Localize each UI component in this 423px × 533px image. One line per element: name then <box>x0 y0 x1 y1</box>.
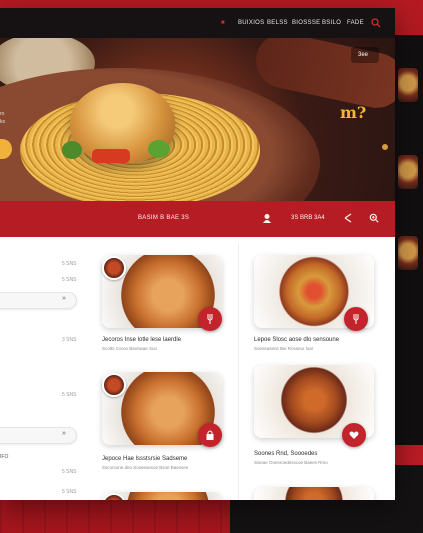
chevron-right-icon[interactable]: » <box>62 295 66 302</box>
action-bar: BASIM B BAE 3S 3S BRB 3A4 <box>0 201 395 237</box>
garnish <box>62 141 82 159</box>
dish-subtitle: Scotts Coroo Bsenwae Suo <box>102 346 158 351</box>
preview-thumb[interactable] <box>398 236 418 270</box>
dish-subtitle: Siseae Ooesroedesscoe Baees Rrso <box>254 460 328 465</box>
hero-indicator[interactable] <box>382 144 388 150</box>
app-window: ■ BUIXIOS BELSS BIOSSSE BSILO FADE ro ko… <box>0 8 395 500</box>
fork-icon <box>207 314 213 324</box>
preview-thumb[interactable] <box>398 68 418 102</box>
column-divider <box>238 243 239 500</box>
garnish <box>92 149 130 163</box>
nav-item[interactable]: BIOSSSE <box>292 20 320 26</box>
favorite-button[interactable] <box>198 307 222 331</box>
nav-item[interactable]: BUIXIOS <box>238 20 264 26</box>
hero-logo: m? <box>340 103 367 122</box>
chef-avatar[interactable] <box>102 373 126 397</box>
sidebar-count: 3 SNS <box>62 337 77 343</box>
top-navigation: ■ BUIXIOS BELSS BIOSSSE BSILO FADE <box>0 8 395 38</box>
action-bar-meta: 3S BRB 3A4 <box>291 215 325 221</box>
preview-thumb[interactable] <box>398 155 418 189</box>
hero-banner: ro ko 3ee m? <box>0 38 395 201</box>
lock-icon <box>206 430 214 440</box>
nav-item[interactable]: BSILO <box>322 20 341 26</box>
nav-item[interactable]: FADE <box>347 20 364 26</box>
sidebar-count: 5 SNS <box>62 489 77 495</box>
dish-title[interactable]: Soones Rnd, Soooedes <box>254 451 317 457</box>
chef-avatar[interactable] <box>102 256 126 280</box>
sidebar-count: 5 SNS <box>62 469 77 475</box>
favorite-button[interactable] <box>342 423 366 447</box>
favorite-button[interactable] <box>198 423 222 447</box>
sidebar-count: 5 SNS <box>62 261 77 267</box>
action-bar-title: BASIM B BAE 3S <box>138 215 190 221</box>
dish-title[interactable]: Lepoe Slosc aose dlo sensoune <box>254 337 339 343</box>
share-icon[interactable] <box>343 213 353 223</box>
favorite-button[interactable] <box>344 307 368 331</box>
zoom-in-icon[interactable] <box>369 213 379 223</box>
sidebar-note: IFO <box>0 454 9 460</box>
nav-item[interactable]: BELSS <box>267 20 288 26</box>
menu-content: 5 SNS 5 SNS » 3 SNS 5 SNS » IFO 5 SNS 5 … <box>0 237 395 500</box>
dish-title[interactable]: Jepoce Hae lssstsrsie Sadseme <box>102 456 187 462</box>
sidebar-count: 5 SNS <box>62 277 77 283</box>
sidebar-count: 5 SNS <box>62 392 77 398</box>
dish-subtitle: Soeseasens Bie Rosseur loar <box>254 346 314 351</box>
search-icon[interactable] <box>371 18 381 28</box>
heart-icon <box>349 431 359 439</box>
garnish <box>148 140 170 158</box>
user-icon[interactable] <box>262 213 272 223</box>
fork-icon <box>353 314 359 324</box>
dish-title[interactable]: Jecoros Inse lotle lese laerdle <box>102 337 181 343</box>
nav-item-home[interactable]: ■ <box>221 20 225 26</box>
dish-card-image[interactable] <box>254 487 374 500</box>
chevron-right-icon[interactable]: » <box>62 430 66 437</box>
dish-subtitle: Sscorsone deo Soseesesoe Bsoe Baessee <box>102 465 189 470</box>
hero-side-text: ro ko <box>0 111 6 125</box>
hero-label-text: 3ee <box>358 52 369 58</box>
